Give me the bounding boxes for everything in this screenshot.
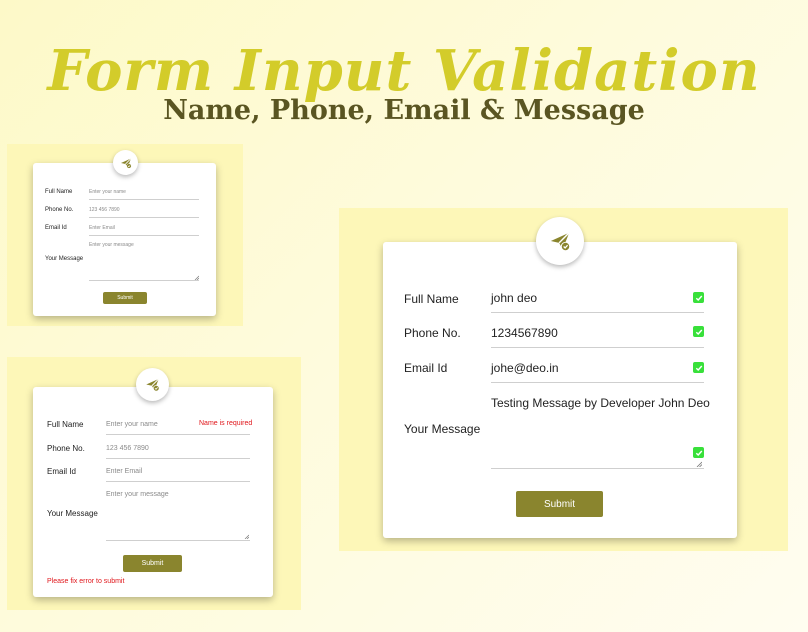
full-name-label: Full Name <box>45 189 73 195</box>
email-label: Email Id <box>47 467 76 476</box>
checkmark-icon <box>695 329 702 335</box>
email-input[interactable]: johe@deo.in <box>491 361 559 375</box>
paper-plane-check-icon <box>146 378 160 392</box>
phone-input[interactable]: 123 456 7890 <box>106 445 149 452</box>
checkmark-icon <box>695 450 702 456</box>
phone-label: Phone No. <box>45 207 74 213</box>
submit-button[interactable]: Submit <box>516 491 603 517</box>
message-underline <box>491 468 704 469</box>
email-input[interactable]: Enter Email <box>89 225 115 231</box>
checkmark-icon <box>695 295 702 301</box>
email-label: Email Id <box>404 361 448 375</box>
full-name-input[interactable]: john deo <box>491 291 537 305</box>
full-name-label: Full Name <box>47 420 84 429</box>
page-subtitle: Name, Phone, Email & Message <box>163 95 645 126</box>
submit-button[interactable]: Submit <box>103 292 147 304</box>
valid-form-badge <box>536 217 584 265</box>
error-form-card: Full Name Enter your name Name is requir… <box>33 387 273 597</box>
empty-form-card: Full Name Enter your name Phone No. 123 … <box>33 163 216 316</box>
full-name-input[interactable]: Enter your name <box>89 189 126 195</box>
phone-underline <box>89 217 199 218</box>
full-name-input[interactable]: Enter your name <box>106 421 158 428</box>
empty-form-badge <box>113 150 138 175</box>
paper-plane-check-icon <box>120 157 132 169</box>
name-error-message: Name is required <box>199 420 253 427</box>
form-error-message: Please fix error to submit <box>47 578 125 585</box>
message-underline <box>106 540 250 541</box>
message-textarea[interactable]: Enter your message <box>89 242 134 248</box>
full-name-underline <box>106 434 250 435</box>
email-underline <box>491 382 704 383</box>
name-valid-checkbox <box>693 292 704 303</box>
submit-button[interactable]: Submit <box>123 555 182 572</box>
message-textarea[interactable]: Testing Message by Developer John Deo <box>491 396 710 410</box>
resize-grip-icon[interactable] <box>696 461 702 467</box>
full-name-label: Full Name <box>404 292 459 306</box>
message-valid-checkbox <box>693 447 704 458</box>
error-form-badge <box>136 368 169 401</box>
phone-underline <box>106 458 250 459</box>
message-label: Your Message <box>404 422 481 436</box>
email-valid-checkbox <box>693 362 704 373</box>
resize-grip-icon[interactable] <box>194 275 199 280</box>
phone-underline <box>491 347 704 348</box>
email-underline <box>89 235 199 236</box>
message-underline <box>89 280 199 281</box>
phone-input[interactable]: 1234567890 <box>491 326 558 340</box>
email-input[interactable]: Enter Email <box>106 468 142 475</box>
message-label: Your Message <box>47 509 98 518</box>
paper-plane-check-icon <box>550 232 571 252</box>
full-name-underline <box>89 199 199 200</box>
email-underline <box>106 481 250 482</box>
phone-input[interactable]: 123 456 7890 <box>89 207 120 213</box>
email-label: Email Id <box>45 225 67 231</box>
message-label: Your Message <box>45 256 84 262</box>
full-name-underline <box>491 312 704 313</box>
phone-label: Phone No. <box>47 444 85 453</box>
message-textarea[interactable]: Enter your message <box>106 491 169 498</box>
checkmark-icon <box>695 365 702 371</box>
resize-grip-icon[interactable] <box>244 534 249 539</box>
valid-form-card: Full Name john deo Phone No. 1234567890 … <box>383 242 737 538</box>
phone-valid-checkbox <box>693 326 704 337</box>
phone-label: Phone No. <box>404 326 461 340</box>
